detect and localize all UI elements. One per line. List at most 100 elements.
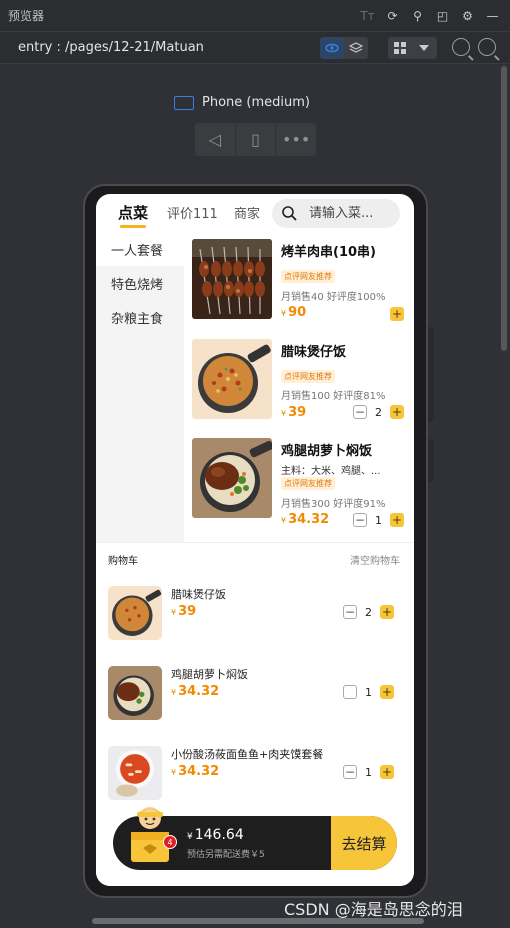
decrease-button[interactable]	[343, 685, 357, 699]
quantity-stepper: +	[390, 307, 404, 321]
dish-stats: 月销售300 好评度91%	[281, 499, 386, 510]
fold-button[interactable]: ▯	[236, 123, 277, 156]
recommend-tag: 点评网友推荐	[281, 370, 335, 383]
decrease-button[interactable]: −	[343, 605, 357, 619]
dish-stats: 月销售100 好评度81%	[281, 391, 386, 402]
phone-screen: 点菜 评价111 商家 一人套餐 特色烧烤 杂粮主食	[96, 194, 414, 886]
cart-item-name: 小份酸汤莜面鱼鱼+肉夹馍套餐	[171, 748, 324, 761]
dish-image-skewers	[192, 239, 272, 319]
eye-icon	[325, 43, 339, 53]
category-sidebar: 一人套餐 特色烧烤 杂粮主食	[96, 232, 184, 542]
dish-item[interactable]: 烤羊肉串(10串) 点评网友推荐 月销售40 好评度100% ¥90 +	[192, 239, 404, 323]
device-name-label: Phone (medium)	[202, 95, 310, 110]
layout-dropdown[interactable]	[388, 37, 437, 59]
dish-description: 主料：大米、鸡腿、...	[281, 466, 381, 477]
dish-stats: 月销售40 好评度100%	[281, 292, 386, 303]
quantity-value: 2	[365, 605, 372, 619]
dish-name: 腊味煲仔饭	[281, 345, 347, 360]
tab-reviews[interactable]: 评价111	[167, 203, 218, 222]
checkout-bar: 4 ¥146.64 预估另需配送费￥5 去结算	[113, 807, 397, 870]
layers-icon	[349, 42, 363, 53]
dish-name: 鸡腿胡萝卜焖饭	[281, 444, 373, 459]
rotate-button[interactable]: ◁	[195, 123, 236, 156]
grid-icon	[388, 37, 412, 59]
more-icon: •••	[282, 130, 311, 149]
tab-merchant[interactable]: 商家	[234, 203, 260, 222]
chevron-down-icon	[412, 37, 436, 59]
quantity-value: 1	[375, 513, 382, 527]
cart-item-price: ¥34.32	[171, 684, 220, 699]
cart-item-price: ¥34.32	[171, 764, 220, 779]
zoom-out-icon[interactable]	[452, 38, 470, 56]
dish-name: 烤羊肉串(10串)	[281, 245, 376, 260]
recommend-tag: 点评网友推荐	[281, 270, 335, 283]
decrease-button[interactable]: −	[343, 765, 357, 779]
phone-device-icon	[174, 95, 194, 110]
previewer-toolbar: Tт ⟳ ⚲ ◰ ⚙ —	[360, 8, 500, 23]
dish-image-chicken-rice	[192, 438, 272, 518]
quantity-stepper: 1 +	[343, 685, 394, 699]
search-icon	[282, 206, 297, 221]
category-item[interactable]: 杂粮主食	[96, 300, 184, 334]
zoom-in-icon[interactable]	[478, 38, 496, 56]
split-view-icon[interactable]: ◰	[435, 8, 450, 23]
cart-item-image	[108, 746, 162, 800]
add-button[interactable]: +	[390, 307, 404, 321]
cart-item-image	[108, 586, 162, 640]
previewer-title: 预览器	[8, 9, 45, 23]
decrease-button[interactable]: −	[353, 513, 367, 527]
add-button[interactable]: +	[390, 405, 404, 419]
device-controls: ◁ ▯ •••	[195, 123, 316, 156]
add-button[interactable]: +	[380, 605, 394, 619]
more-button[interactable]: •••	[276, 123, 316, 156]
inspect-icon[interactable]: ⚲	[410, 8, 425, 23]
power-button	[428, 439, 434, 482]
clear-cart-button[interactable]: 清空购物车	[350, 552, 400, 567]
dish-item[interactable]: 腊味煲仔饭 点评网友推荐 月销售100 好评度81% ¥39 − 2 +	[192, 339, 404, 423]
dish-price: ¥90	[281, 305, 307, 320]
category-item[interactable]: 特色烧烤	[96, 266, 184, 300]
cart-item-price: ¥39	[171, 604, 197, 619]
vertical-scrollbar[interactable]	[501, 66, 507, 351]
fold-icon: ▯	[251, 130, 260, 149]
add-button[interactable]: +	[390, 513, 404, 527]
device-selector[interactable]: Phone (medium)	[174, 95, 310, 110]
checkout-button[interactable]: 去结算	[331, 816, 397, 870]
cart-item-image	[108, 666, 162, 720]
inspect-mode-button[interactable]	[320, 37, 344, 59]
add-button[interactable]: +	[380, 765, 394, 779]
quantity-stepper: − 2 +	[353, 405, 404, 419]
delivery-fee-note: 预估另需配送费￥5	[187, 850, 265, 860]
settings-icon[interactable]: ⚙	[460, 8, 475, 23]
dish-item[interactable]: 鸡腿胡萝卜焖饭 主料：大米、鸡腿、... 点评网友推荐 月销售300 好评度91…	[192, 438, 404, 527]
tab-order[interactable]: 点菜	[118, 202, 148, 223]
dish-price: ¥34.32	[281, 512, 330, 527]
cart-item-name: 鸡腿胡萝卜焖饭	[171, 668, 248, 681]
add-button[interactable]: +	[380, 685, 394, 699]
quantity-stepper: − 2 +	[343, 605, 394, 619]
quantity-value: 1	[365, 765, 372, 779]
dish-price: ¥39	[281, 405, 307, 420]
category-item[interactable]: 一人套餐	[96, 232, 184, 266]
view-mode-toggle	[320, 37, 368, 59]
cart-item: 鸡腿胡萝卜焖饭 ¥34.32 1 +	[108, 666, 400, 720]
cart-item-name: 腊味煲仔饭	[171, 588, 226, 601]
quantity-stepper: − 1 +	[343, 765, 394, 779]
top-tabs: 点菜 评价111 商家	[96, 194, 414, 232]
search-box	[272, 199, 400, 228]
watermark: CSDN @海是岛思念的泪	[284, 900, 463, 919]
active-tab-indicator	[120, 225, 146, 228]
dish-image-claypot-rice	[192, 339, 272, 419]
minimize-icon[interactable]: —	[485, 8, 500, 23]
search-input[interactable]	[309, 206, 393, 221]
horizontal-scrollbar[interactable]	[92, 918, 424, 924]
cart-count-badge: 4	[163, 835, 177, 849]
refresh-icon[interactable]: ⟳	[385, 8, 400, 23]
quantity-value: 1	[365, 685, 372, 699]
cart-item: 小份酸汤莜面鱼鱼+肉夹馍套餐 ¥34.32 − 1 +	[108, 746, 400, 800]
translate-icon[interactable]: Tт	[360, 8, 375, 23]
layers-button[interactable]	[344, 37, 368, 59]
decrease-button[interactable]: −	[353, 405, 367, 419]
quantity-value: 2	[375, 405, 382, 419]
volume-button	[428, 327, 434, 422]
